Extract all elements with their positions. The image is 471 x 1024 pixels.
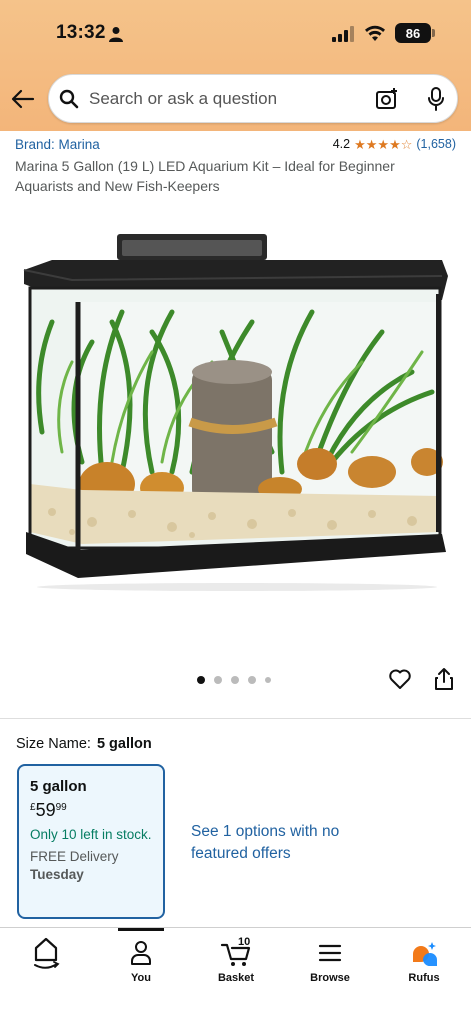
star-rating: ★ ★ ★ ★ ☆ [354,138,412,151]
microphone-icon[interactable] [427,87,445,111]
header: 13:32 86 [0,0,471,131]
person-icon [131,941,151,965]
basket-count: 10 [238,936,251,948]
status-time: 13:32 [56,22,106,43]
delivery-info: FREE Delivery [30,849,119,864]
rating-value: 4.2 [332,137,351,151]
battery-indicator: 86 [395,23,431,43]
size-option-title: 5 gallon [30,778,87,795]
star-icon: ★ [377,136,390,152]
camera-icon[interactable] [375,87,399,111]
rating-count[interactable]: (1,658) [416,137,456,151]
section-divider [0,718,471,719]
other-offers-link[interactable]: See 1 options with no featured offers [191,821,351,865]
status-bar: 13:32 86 [0,0,471,68]
bottom-nav: You 10 Basket Browse Rufus [0,927,471,1024]
price-whole: 59 [35,800,56,820]
nav-you[interactable]: You [105,938,177,984]
person-icon [109,27,123,42]
nav-you-label: You [131,972,151,984]
menu-icon [318,944,342,962]
product-image[interactable] [22,232,452,592]
brand-link[interactable]: Brand: Marina [15,137,100,152]
rufus-icon [413,942,437,966]
size-name-row: Size Name: 5 gallon [16,736,152,752]
pagination-dot[interactable] [214,676,222,684]
pagination-dot-active[interactable] [197,676,205,684]
nav-browse[interactable]: Browse [294,938,366,984]
battery-tip [432,29,435,37]
star-icon: ★ [389,136,401,152]
nav-basket-label: Basket [217,972,255,984]
pagination-dot[interactable] [265,677,271,683]
pagination-dot[interactable] [248,676,256,684]
heart-icon[interactable] [388,667,412,691]
nav-rufus[interactable]: Rufus [388,938,460,984]
rating-row[interactable]: 4.2 ★ ★ ★ ★ ☆ (1,658) [333,137,456,151]
price-fraction: 99 [55,802,67,813]
price: £ 59 99 [30,799,152,821]
active-tab-indicator [118,928,164,931]
delivery-day: Tuesday [30,867,84,882]
size-name-value: 5 gallon [96,736,152,752]
stock-status: Only 10 left in stock. [30,827,152,842]
search-bar[interactable] [48,74,458,123]
product-title: Marina 5 Gallon (19 L) LED Aquarium Kit … [15,158,395,194]
pagination-dot[interactable] [231,676,239,684]
nav-browse-label: Browse [310,972,350,984]
search-input[interactable] [89,75,369,122]
image-pagination[interactable] [197,676,271,684]
share-icon[interactable] [433,667,455,691]
wifi-icon [365,25,385,41]
search-icon [59,89,79,109]
back-arrow-icon [11,89,35,109]
back-button[interactable] [10,86,36,112]
size-option-card[interactable]: 5 gallon £ 59 99 Only 10 left in stock. … [17,764,165,919]
nav-basket[interactable]: 10 Basket [200,936,272,984]
home-icon [34,937,60,969]
star-icon: ★ [354,136,366,152]
nav-home[interactable] [10,937,82,972]
nav-rufus-label: Rufus [408,972,440,984]
star-icon: ★ [365,136,378,152]
signal-icon [332,26,354,42]
size-name-label: Size Name: [16,736,91,752]
star-empty-icon: ☆ [400,136,413,152]
